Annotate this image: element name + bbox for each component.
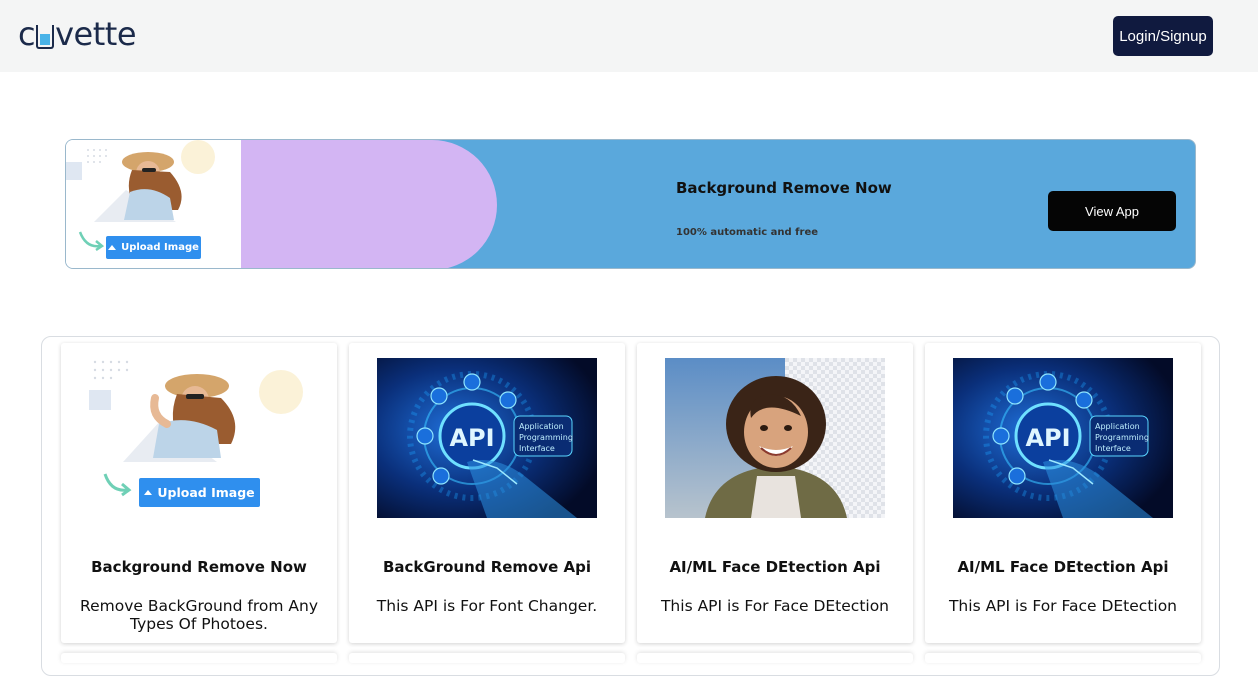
svg-text:Application: Application bbox=[1095, 422, 1140, 431]
view-app-button[interactable]: View App bbox=[1048, 191, 1176, 231]
card-description: This API is For Font Changer. bbox=[376, 597, 598, 615]
svg-text:Application: Application bbox=[519, 422, 564, 431]
api-illustration-image: API Application Programming Interface bbox=[953, 358, 1173, 518]
navbar: c vette Login/Signup bbox=[0, 0, 1258, 72]
card-title: BackGround Remove Api bbox=[382, 558, 592, 576]
banner-title: Background Remove Now bbox=[676, 179, 892, 197]
card-stub bbox=[349, 653, 625, 663]
card-face-detection-api[interactable]: AI/ML Face DEtection Api This API is For… bbox=[637, 343, 913, 643]
card-stub bbox=[637, 653, 913, 663]
upload-icon bbox=[108, 245, 117, 250]
card-title: Background Remove Now bbox=[91, 558, 307, 576]
svg-text:Interface: Interface bbox=[1095, 444, 1131, 453]
login-signup-button[interactable]: Login/Signup bbox=[1113, 16, 1213, 56]
card-description: This API is For Face DEtection bbox=[948, 597, 1178, 615]
banner-accent-shape bbox=[241, 140, 497, 268]
logo-text-start: c bbox=[18, 15, 36, 53]
card-stub bbox=[925, 653, 1201, 663]
banner-upload-label: Upload Image bbox=[121, 242, 199, 253]
card-stub bbox=[61, 653, 337, 663]
card-description: This API is For Face DEtection bbox=[660, 597, 890, 615]
upload-icon bbox=[144, 490, 153, 495]
card-title: AI/ML Face DEtection Api bbox=[957, 558, 1169, 576]
svg-text:Programming: Programming bbox=[1095, 433, 1149, 442]
cup-icon bbox=[36, 25, 55, 49]
api-text: API bbox=[1025, 424, 1070, 452]
card-face-detection-api-2[interactable]: API Application Programming Interface AI… bbox=[925, 343, 1201, 643]
promo-banner: Upload Image Background Remove Now 100% … bbox=[65, 139, 1196, 269]
logo-text-end: vette bbox=[55, 15, 136, 53]
card-title: AI/ML Face DEtection Api bbox=[669, 558, 881, 576]
api-illustration-image: API Application Programming Interface bbox=[377, 358, 597, 518]
banner-subtitle: 100% automatic and free bbox=[676, 227, 819, 238]
cuvette-logo[interactable]: c vette bbox=[18, 14, 136, 54]
banner-illustration: Upload Image bbox=[66, 140, 241, 268]
card-image bbox=[665, 358, 885, 518]
child-photo-image bbox=[665, 358, 885, 518]
api-text: API bbox=[449, 424, 494, 452]
card-background-remove[interactable]: Upload Image Background Remove Now Remov… bbox=[61, 343, 337, 643]
card-upload-image-button[interactable]: Upload Image bbox=[139, 478, 260, 507]
card-image: API Application Programming Interface bbox=[377, 358, 597, 518]
card-image: API Application Programming Interface bbox=[953, 358, 1173, 518]
banner-upload-image-button[interactable]: Upload Image bbox=[106, 236, 201, 259]
card-image: Upload Image bbox=[89, 358, 309, 518]
card-background-remove-api[interactable]: API Application Programming Interface Ba… bbox=[349, 343, 625, 643]
svg-text:Programming: Programming bbox=[519, 433, 573, 442]
card-upload-label: Upload Image bbox=[157, 485, 255, 500]
svg-text:Interface: Interface bbox=[519, 444, 555, 453]
card-description: Remove BackGround from Any Types Of Phot… bbox=[80, 597, 318, 633]
